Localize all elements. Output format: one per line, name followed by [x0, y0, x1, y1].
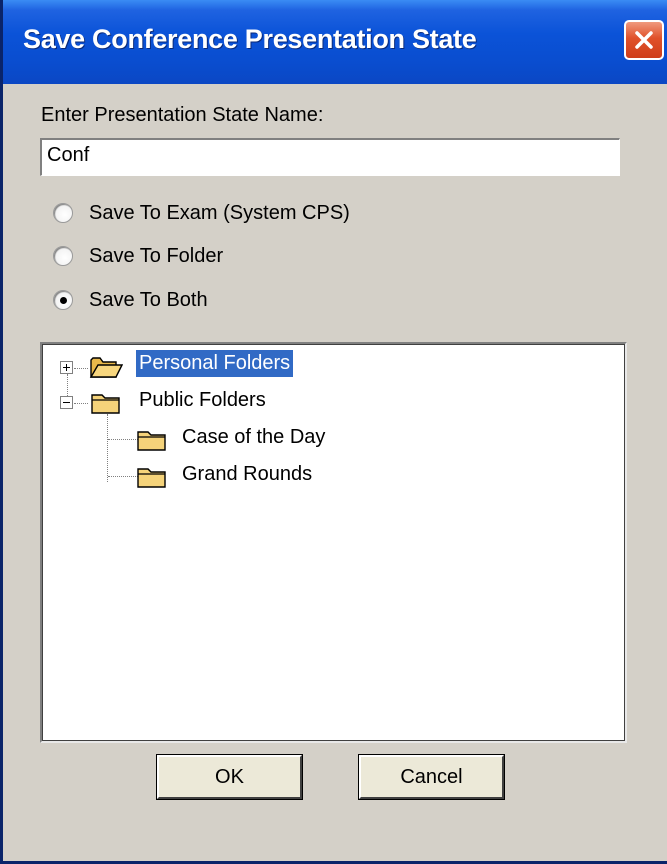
radio-save-to-folder[interactable]: Save To Folder	[53, 243, 223, 269]
tree-connector	[108, 476, 138, 478]
folder-open-icon	[89, 357, 123, 378]
tree-connector	[107, 414, 109, 482]
tree-connector	[74, 403, 88, 405]
dialog-window: Save Conference Presentation State Enter…	[0, 0, 667, 864]
tree-node-case-of-the-day[interactable]: Case of the Day	[179, 424, 328, 451]
tree-node-public-folders[interactable]: Public Folders	[136, 387, 269, 414]
folder-tree[interactable]: Personal Folders Public Folders Case of …	[40, 342, 627, 743]
close-icon	[635, 31, 653, 49]
tree-connector	[108, 439, 138, 441]
tree-node-personal-folders[interactable]: Personal Folders	[136, 350, 294, 377]
presentation-state-name-input[interactable]: Conf	[40, 138, 620, 176]
folder-icon	[91, 394, 120, 414]
title-bar[interactable]: Save Conference Presentation State	[3, 0, 667, 84]
collapse-public-folders[interactable]	[60, 396, 73, 409]
cancel-button[interactable]: Cancel	[358, 754, 505, 800]
radio-label: Save To Folder	[89, 244, 224, 267]
tree-connector	[74, 368, 88, 370]
tree-node-grand-rounds[interactable]: Grand Rounds	[179, 461, 315, 488]
ok-button[interactable]: OK	[156, 754, 303, 800]
radio-button[interactable]	[53, 203, 73, 223]
radio-save-to-both[interactable]: Save To Both	[53, 287, 208, 313]
folder-icon	[137, 431, 166, 451]
radio-save-to-exam[interactable]: Save To Exam (System CPS)	[53, 200, 350, 226]
expand-personal-folders[interactable]	[60, 361, 73, 374]
radio-label: Save To Both	[89, 288, 208, 311]
radio-button[interactable]	[53, 290, 73, 310]
name-label: Enter Presentation State Name:	[41, 104, 324, 126]
radio-label: Save To Exam (System CPS)	[89, 201, 350, 224]
window-title: Save Conference Presentation State	[23, 24, 477, 54]
close-button[interactable]	[624, 20, 664, 60]
radio-selected-dot	[60, 297, 67, 304]
folder-icon	[137, 468, 166, 488]
radio-button[interactable]	[53, 246, 73, 266]
